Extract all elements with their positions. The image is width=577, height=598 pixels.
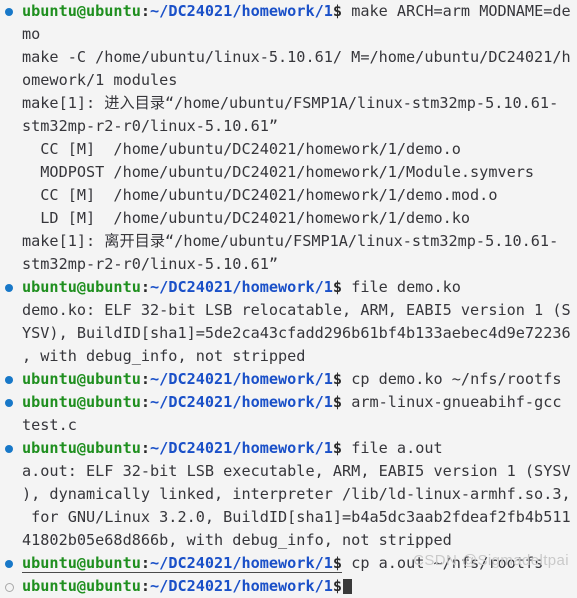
terminal-output-text: demo.ko: ELF 32-bit LSB relocatable, ARM… xyxy=(22,301,571,319)
shell-prompt: ubuntu@ubuntu:~/DC24021/homework/1$ xyxy=(22,577,342,595)
terminal-output-line: LD [M] /home/ubuntu/DC24021/homework/1/d… xyxy=(0,207,577,230)
prompt-active-marker-icon xyxy=(5,399,13,407)
prompt-user-host: ubuntu@ubuntu xyxy=(22,2,141,20)
terminal-output-text: CC [M] /home/ubuntu/DC24021/homework/1/d… xyxy=(22,186,498,204)
terminal-output-line: CC [M] /home/ubuntu/DC24021/homework/1/d… xyxy=(0,138,577,161)
terminal-output-line: CC [M] /home/ubuntu/DC24021/homework/1/d… xyxy=(0,184,577,207)
prompt-working-directory: ~/DC24021/homework/1 xyxy=(150,439,333,457)
terminal-prompt-line: ubuntu@ubuntu:~/DC24021/homework/1$ make… xyxy=(0,0,577,23)
terminal-output-line: ), dynamically linked, interpreter /lib/… xyxy=(0,483,577,506)
terminal-output-line: stm32mp-r2-r0/linux-5.10.61” xyxy=(0,115,577,138)
prompt-user-host: ubuntu@ubuntu xyxy=(22,577,141,595)
terminal-output-line: YSV), BuildID[sha1]=5de2ca43cfadd296b61b… xyxy=(0,322,577,345)
prompt-active-marker-icon xyxy=(5,8,13,16)
terminal-command-text[interactable]: cp demo.ko ~/nfs/rootfs xyxy=(342,370,561,388)
terminal-output-line: make[1]: 进入目录“/home/ubuntu/FSMP1A/linux-… xyxy=(0,92,577,115)
terminal-command-text[interactable]: cp a.out ~/nfs/rootfs xyxy=(342,554,543,572)
terminal-window[interactable]: ubuntu@ubuntu:~/DC24021/homework/1$ make… xyxy=(0,0,577,595)
terminal-output-text: YSV), BuildID[sha1]=5de2ca43cfadd296b61b… xyxy=(22,324,571,342)
shell-prompt: ubuntu@ubuntu:~/DC24021/homework/1$ xyxy=(22,370,342,388)
terminal-output-text: LD [M] /home/ubuntu/DC24021/homework/1/d… xyxy=(22,209,471,227)
prompt-user-host: ubuntu@ubuntu xyxy=(22,278,141,296)
terminal-output-text: 41802b05e68d866b, with debug_info, not s… xyxy=(22,531,452,549)
prompt-user-host: ubuntu@ubuntu xyxy=(22,393,141,411)
terminal-command-text[interactable]: file demo.ko xyxy=(342,278,461,296)
shell-prompt: ubuntu@ubuntu:~/DC24021/homework/1$ xyxy=(22,439,342,457)
prompt-dollar-sign: $ xyxy=(332,2,343,20)
terminal-output-line: 41802b05e68d866b, with debug_info, not s… xyxy=(0,529,577,552)
terminal-output-text: stm32mp-r2-r0/linux-5.10.61” xyxy=(22,255,279,273)
terminal-output-text: CC [M] /home/ubuntu/DC24021/homework/1/d… xyxy=(22,140,461,158)
terminal-output-text: , with debug_info, not stripped xyxy=(22,347,306,365)
terminal-output-text: make[1]: 离开目录“/home/ubuntu/FSMP1A/linux-… xyxy=(22,232,559,250)
prompt-dollar-sign: $ xyxy=(332,577,343,595)
prompt-working-directory: ~/DC24021/homework/1 xyxy=(150,2,333,20)
shell-prompt: ubuntu@ubuntu:~/DC24021/homework/1$ xyxy=(22,2,342,20)
terminal-output-line: stm32mp-r2-r0/linux-5.10.61” xyxy=(0,253,577,276)
terminal-output-line: , with debug_info, not stripped xyxy=(0,345,577,368)
terminal-output-text: omework/1 modules xyxy=(22,71,178,89)
shell-prompt: ubuntu@ubuntu:~/DC24021/homework/1$ xyxy=(22,393,342,411)
prompt-user-host: ubuntu@ubuntu xyxy=(22,439,141,457)
terminal-output-text: a.out: ELF 32-bit LSB executable, ARM, E… xyxy=(22,462,571,480)
terminal-output-text: make[1]: 进入目录“/home/ubuntu/FSMP1A/linux-… xyxy=(22,94,559,112)
prompt-dollar-sign: $ xyxy=(332,278,343,296)
prompt-working-directory: ~/DC24021/homework/1 xyxy=(150,554,333,572)
terminal-output-text: mo xyxy=(22,25,41,43)
prompt-separator: : xyxy=(140,370,151,388)
prompt-separator: : xyxy=(140,439,151,457)
text-cursor xyxy=(343,579,353,594)
prompt-idle-marker-icon xyxy=(5,583,14,592)
terminal-output-text: ), dynamically linked, interpreter /lib/… xyxy=(22,485,571,503)
terminal-output-area: ubuntu@ubuntu:~/DC24021/homework/1$ make… xyxy=(0,0,577,598)
prompt-dollar-sign: $ xyxy=(332,370,343,388)
terminal-prompt-line: ubuntu@ubuntu:~/DC24021/homework/1$ file… xyxy=(0,276,577,299)
terminal-prompt-line: ubuntu@ubuntu:~/DC24021/homework/1$ arm-… xyxy=(0,391,577,414)
shell-prompt: ubuntu@ubuntu:~/DC24021/homework/1$ xyxy=(22,278,342,296)
terminal-prompt-line: ubuntu@ubuntu:~/DC24021/homework/1$ file… xyxy=(0,437,577,460)
terminal-output-line: omework/1 modules xyxy=(0,69,577,92)
prompt-working-directory: ~/DC24021/homework/1 xyxy=(150,278,333,296)
terminal-command-text[interactable]: make ARCH=arm MODNAME=de xyxy=(342,2,570,20)
terminal-output-text: test.c xyxy=(22,416,77,434)
prompt-separator: : xyxy=(140,577,151,595)
prompt-working-directory: ~/DC24021/homework/1 xyxy=(150,577,333,595)
prompt-dollar-sign: $ xyxy=(332,393,343,411)
terminal-output-line: a.out: ELF 32-bit LSB executable, ARM, E… xyxy=(0,460,577,483)
prompt-active-marker-icon xyxy=(5,445,13,453)
prompt-user-host: ubuntu@ubuntu xyxy=(22,370,141,388)
prompt-separator: : xyxy=(140,393,151,411)
prompt-separator: : xyxy=(140,2,151,20)
terminal-output-text: make -C /home/ubuntu/linux-5.10.61/ M=/h… xyxy=(22,48,571,66)
terminal-prompt-line: ubuntu@ubuntu:~/DC24021/homework/1$ xyxy=(0,575,577,598)
terminal-output-line: make[1]: 离开目录“/home/ubuntu/FSMP1A/linux-… xyxy=(0,230,577,253)
prompt-dollar-sign: $ xyxy=(332,554,343,572)
prompt-working-directory: ~/DC24021/homework/1 xyxy=(150,370,333,388)
prompt-separator: : xyxy=(140,278,151,296)
terminal-output-text: MODPOST /home/ubuntu/DC24021/homework/1/… xyxy=(22,163,535,181)
terminal-prompt-line: ubuntu@ubuntu:~/DC24021/homework/1$ cp d… xyxy=(0,368,577,391)
terminal-output-text: for GNU/Linux 3.2.0, BuildID[sha1]=b4a5d… xyxy=(22,508,571,526)
shell-prompt: ubuntu@ubuntu:~/DC24021/homework/1$ xyxy=(22,554,343,573)
prompt-dollar-sign: $ xyxy=(332,439,343,457)
prompt-active-marker-icon xyxy=(5,560,13,568)
prompt-active-marker-icon xyxy=(5,284,13,292)
terminal-output-line: for GNU/Linux 3.2.0, BuildID[sha1]=b4a5d… xyxy=(0,506,577,529)
terminal-command-text[interactable]: file a.out xyxy=(342,439,442,457)
terminal-output-line: make -C /home/ubuntu/linux-5.10.61/ M=/h… xyxy=(0,46,577,69)
prompt-working-directory: ~/DC24021/homework/1 xyxy=(150,393,333,411)
prompt-active-marker-icon xyxy=(5,376,13,384)
terminal-prompt-line: ubuntu@ubuntu:~/DC24021/homework/1$ cp a… xyxy=(0,552,577,575)
prompt-user-host: ubuntu@ubuntu xyxy=(22,554,141,572)
prompt-separator: : xyxy=(140,554,151,572)
terminal-output-line: demo.ko: ELF 32-bit LSB relocatable, ARM… xyxy=(0,299,577,322)
terminal-output-line: test.c xyxy=(0,414,577,437)
terminal-command-text[interactable]: arm-linux-gnueabihf-gcc xyxy=(342,393,561,411)
terminal-output-line: mo xyxy=(0,23,577,46)
terminal-output-line: MODPOST /home/ubuntu/DC24021/homework/1/… xyxy=(0,161,577,184)
terminal-output-text: stm32mp-r2-r0/linux-5.10.61” xyxy=(22,117,279,135)
